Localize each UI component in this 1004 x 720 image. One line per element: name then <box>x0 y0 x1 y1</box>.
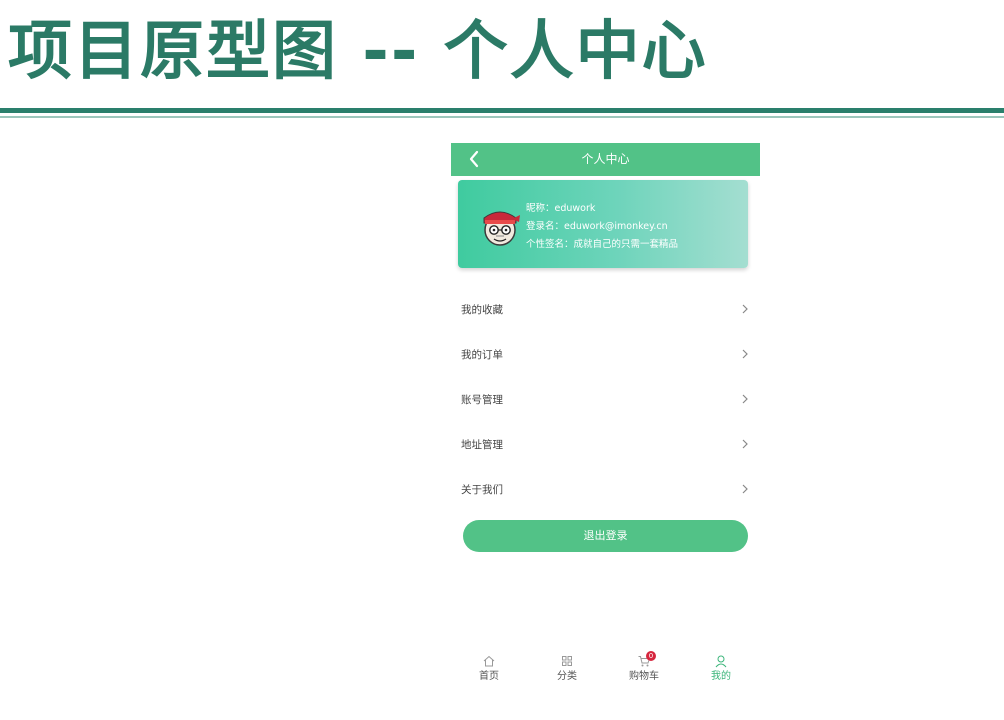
tab-cart[interactable]: 0 购物车 <box>614 651 674 684</box>
chevron-right-icon <box>742 484 748 494</box>
nav-bar: 个人中心 <box>451 143 760 176</box>
menu-item-label: 地址管理 <box>461 439 503 451</box>
grid-icon <box>562 656 572 666</box>
tab-mine[interactable]: 我的 <box>691 654 751 684</box>
tab-bar: 首页 分类 0 购物车 我的 <box>451 648 760 698</box>
tab-label: 购物车 <box>629 671 659 682</box>
logout-button[interactable]: 退出登录 <box>463 520 748 552</box>
chevron-right-icon <box>742 349 748 359</box>
login-name: 登录名：eduwork@imonkey.cn <box>526 221 668 232</box>
menu-item-address[interactable]: 地址管理 <box>451 423 760 468</box>
user-icon <box>715 655 727 668</box>
menu-item-label: 账号管理 <box>461 394 503 406</box>
home-icon <box>483 655 495 667</box>
menu-item-orders[interactable]: 我的订单 <box>451 333 760 378</box>
cart-badge: 0 <box>646 651 656 661</box>
slide-title: 项目原型图 -- 个人中心 <box>8 15 708 89</box>
profile-info: 昵称：eduwork 登录名：eduwork@imonkey.cn 个性签名：成… <box>526 200 678 254</box>
tab-label: 分类 <box>557 671 577 682</box>
menu-item-account[interactable]: 账号管理 <box>451 378 760 423</box>
nickname: 昵称：eduwork <box>526 203 596 214</box>
menu-list: 我的收藏 我的订单 账号管理 地址管理 关于我们 <box>451 288 760 513</box>
tab-label: 首页 <box>479 671 499 682</box>
phone-screen: 个人中心 昵称：eduwork 登录名：eduwork@imonkey.cn 个… <box>451 143 760 703</box>
tab-label: 我的 <box>711 671 731 682</box>
menu-item-favorites[interactable]: 我的收藏 <box>451 288 760 333</box>
signature: 个性签名：成就自己的只需一套精品 <box>526 239 679 250</box>
title-divider <box>0 108 1004 113</box>
profile-card: 昵称：eduwork 登录名：eduwork@imonkey.cn 个性签名：成… <box>458 180 748 268</box>
page-title: 个人中心 <box>581 152 630 166</box>
title-divider-thin <box>0 116 1004 118</box>
menu-item-label: 我的订单 <box>461 349 503 361</box>
chevron-right-icon <box>742 439 748 449</box>
menu-item-label: 我的收藏 <box>461 304 503 316</box>
menu-item-about[interactable]: 关于我们 <box>451 468 760 513</box>
avatar <box>483 211 520 246</box>
chevron-right-icon <box>742 394 748 404</box>
tab-category[interactable]: 分类 <box>537 654 597 684</box>
tab-home[interactable]: 首页 <box>459 654 519 684</box>
chevron-right-icon <box>742 304 748 314</box>
menu-item-label: 关于我们 <box>461 484 503 496</box>
